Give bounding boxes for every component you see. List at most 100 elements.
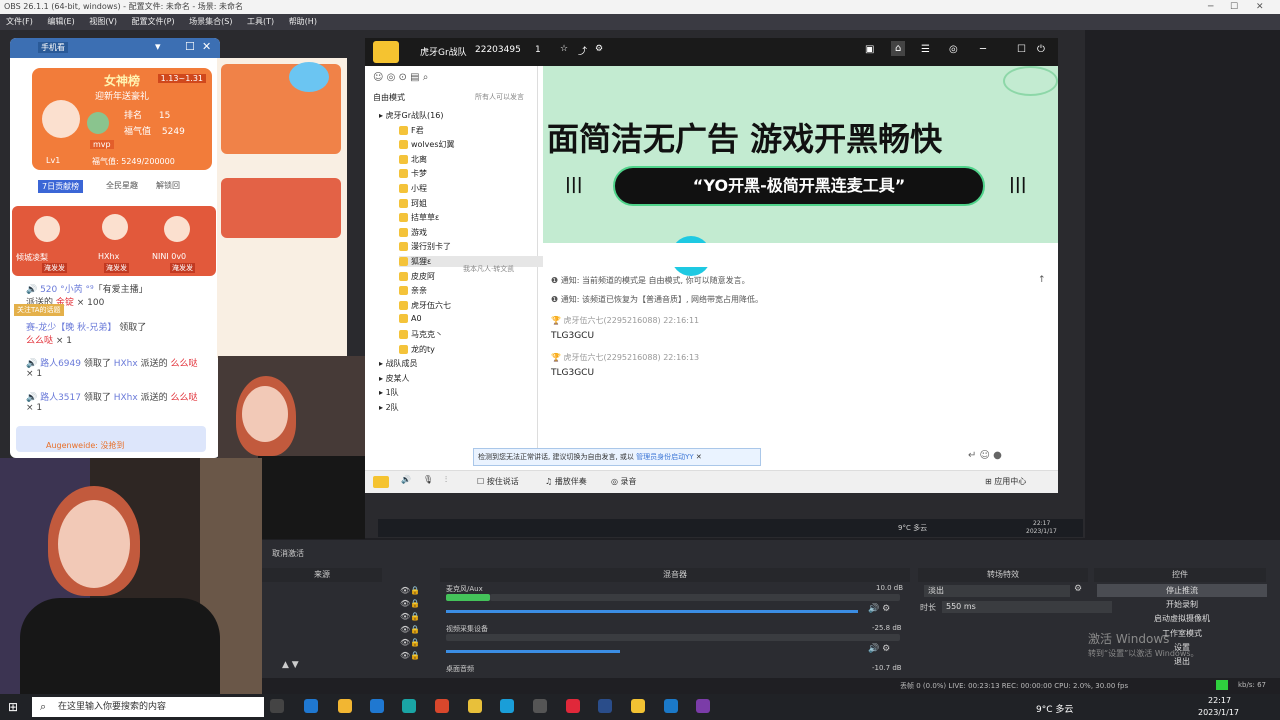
channel-group[interactable]: ▸ 虎牙Gr战队(16) (379, 110, 443, 121)
screen-icon[interactable]: ▣ (865, 44, 874, 55)
minimize-icon[interactable]: ─ (1208, 0, 1213, 14)
app-icon[interactable] (435, 699, 449, 713)
channel-member[interactable]: A0 (399, 314, 422, 324)
audio-meter (446, 594, 490, 601)
mute-settings-icons[interactable]: 🔊 ⚙ (868, 644, 890, 654)
app-icon[interactable] (468, 699, 482, 713)
edge-icon[interactable] (402, 699, 416, 713)
channel-member[interactable]: 北离 (399, 154, 427, 165)
virtual-camera-button[interactable]: 启动虚拟摄像机 (1097, 612, 1267, 625)
task-view-icon[interactable] (270, 699, 284, 713)
tab-unlock[interactable]: 解锁回 (156, 180, 180, 191)
channel-member[interactable]: 珂姐 (399, 198, 427, 209)
status-indicator (1216, 680, 1228, 690)
yy-icon[interactable] (631, 699, 645, 713)
user-count: 1 (535, 45, 541, 55)
maximize-icon[interactable]: ☐ (1017, 44, 1026, 55)
mic-icon[interactable]: 🎙 (423, 475, 433, 484)
home-tab-icon[interactable]: ⌂ (891, 41, 906, 56)
kbps-stat: kb/s: 67 (1238, 681, 1266, 689)
close-icon[interactable]: ✕ (202, 40, 211, 53)
channel-member[interactable]: F君 (399, 125, 424, 136)
push-to-talk-button[interactable]: ☐ 按住说话 (477, 476, 519, 487)
follow-topic-badge[interactable]: 关注TA的话题 (14, 304, 64, 316)
dropdown-icon[interactable]: ▾ (155, 40, 161, 53)
member-icon (399, 344, 408, 354)
record-button[interactable]: ◎ 录音 (611, 476, 637, 487)
maximize-icon[interactable]: ☐ (1230, 0, 1238, 14)
member-icon (399, 213, 408, 223)
game-icon[interactable]: ◎ (949, 44, 958, 55)
mute-settings-icons[interactable]: 🔊 ⚙ (868, 604, 890, 614)
sidebar-icons[interactable]: ☺ ◎ ⊙ ▤ ⌕ (373, 72, 428, 83)
mobile-view-button[interactable]: 手机看 (38, 42, 68, 53)
menu-tools[interactable]: 工具(T) (241, 14, 280, 30)
power-icon[interactable]: ⏻ (1037, 44, 1045, 55)
admin-link[interactable]: 管理员身份启动YY (636, 453, 694, 461)
menu-help[interactable]: 帮助(H) (283, 14, 323, 30)
start-recording-button[interactable]: 开始录制 (1097, 598, 1267, 611)
channel-member[interactable]: 游戏 (399, 227, 427, 238)
start-icon[interactable]: ⊞ (8, 700, 18, 714)
tab-all-stars[interactable]: 全民星趣 (106, 180, 138, 191)
channel-group[interactable]: ▸ 1队 (379, 387, 399, 398)
channel-item-label: 拮草草ε (411, 213, 440, 223)
channel-member[interactable]: 拮草草ε (399, 212, 439, 223)
speaker-icon[interactable]: 🔊 (401, 475, 411, 484)
channel-member[interactable]: 虎牙伍六七 (399, 300, 451, 311)
avatar-icon[interactable] (373, 476, 389, 488)
app-icon[interactable] (664, 699, 678, 713)
activate-windows-subtitle: 转到“设置”以激活 Windows。 (1088, 649, 1199, 658)
menu-profile[interactable]: 配置文件(P) (126, 14, 181, 30)
file-explorer-icon[interactable] (338, 699, 352, 713)
accompany-button[interactable]: ♫ 播放伴奏 (545, 476, 587, 487)
taskbar-search-input[interactable]: 在这里输入你要搜索的内容 (32, 697, 264, 717)
channel-member[interactable]: 小程 (399, 183, 427, 194)
channel-member[interactable]: 漫行别卡了 (399, 241, 451, 252)
pin-icon[interactable]: ↑ (1038, 275, 1046, 285)
volume-slider[interactable] (446, 650, 620, 653)
stop-streaming-button[interactable]: 停止推流 (1097, 584, 1267, 597)
member-icon (399, 257, 408, 266)
channel-member[interactable]: wolves幻翼 (399, 139, 454, 150)
channel-member[interactable]: 亲亲 (399, 285, 427, 296)
menu-edit[interactable]: 编辑(E) (41, 14, 80, 30)
menu-view[interactable]: 视图(V) (83, 14, 123, 30)
list-icon[interactable]: ☰ (921, 44, 930, 55)
channel-member[interactable]: 卡梦 (399, 168, 427, 179)
obs-icon[interactable] (533, 699, 547, 713)
share-icon[interactable]: ⤴ (578, 44, 587, 57)
send-icon[interactable]: ↵ ☺ ● (968, 450, 1002, 461)
app-icon[interactable] (304, 699, 318, 713)
steam-icon[interactable] (598, 699, 612, 713)
channel-group[interactable]: ▸ 战队成员 (379, 358, 418, 369)
transition-select[interactable]: 淡出 (924, 585, 1070, 597)
channel-member[interactable]: 皮皮阿 (399, 271, 435, 282)
menu-scene-collection[interactable]: 场景集合(S) (183, 14, 238, 30)
gear-icon[interactable]: ⚙ (1074, 584, 1082, 594)
volume-slider[interactable] (446, 610, 858, 613)
app-center-button[interactable]: ⊞ 应用中心 (985, 476, 1026, 487)
equalizer-icon[interactable]: ⫶ (445, 475, 447, 485)
channel-group[interactable]: ▸ 皮某人 (379, 373, 410, 384)
channel-member[interactable]: 龙的ty (399, 344, 435, 355)
duration-input[interactable]: 550 ms (942, 601, 1112, 613)
app-icon[interactable] (696, 699, 710, 713)
cancel-activate[interactable]: 取消激活 (272, 548, 304, 559)
maximize-icon[interactable]: ☐ (185, 40, 195, 53)
settings-icon[interactable]: ⚙ (595, 44, 603, 54)
home-icon[interactable] (373, 41, 399, 63)
browser-icon[interactable] (500, 699, 514, 713)
star-icon[interactable]: ☆ (560, 44, 568, 54)
menu-file[interactable]: 文件(F) (0, 14, 39, 30)
channel-member[interactable]: 马克克丶 (399, 329, 443, 340)
mail-icon[interactable] (370, 699, 384, 713)
source-order-icons[interactable]: ▲ ▼ (282, 660, 299, 670)
chat-sender: 🏆 虎牙伍六七(2295216088) 22:16:13 (551, 353, 700, 362)
channel-group[interactable]: ▸ 2队 (379, 402, 399, 413)
close-icon[interactable]: ✕ (1256, 0, 1264, 14)
netease-icon[interactable] (566, 699, 580, 713)
minimize-icon[interactable]: ─ (980, 44, 986, 55)
tab-weekly[interactable]: 7日贡献榜 (38, 180, 84, 193)
source-visibility-icons[interactable]: 👁🔒 👁🔒 👁🔒 👁🔒 👁🔒 👁🔒 (400, 584, 420, 662)
